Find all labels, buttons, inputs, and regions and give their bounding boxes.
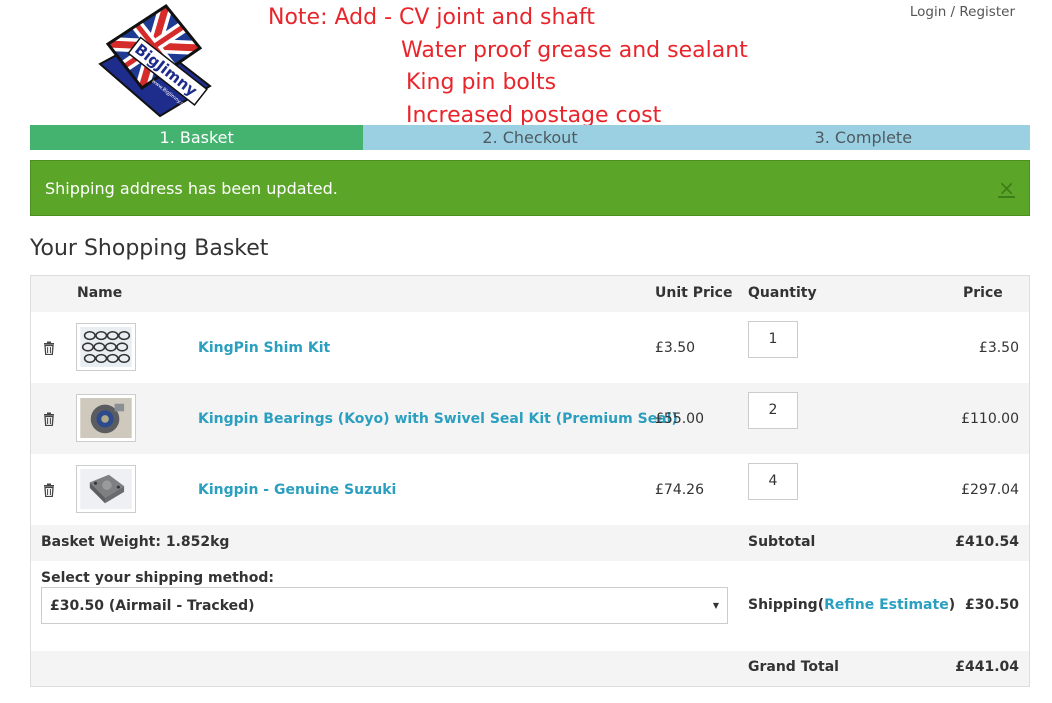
line-price: £110.00 [961,411,1019,427]
bearing-icon[interactable] [76,394,136,442]
shipping-close-paren: ) [948,597,956,613]
register-link[interactable]: Register [959,4,1015,20]
shipping-method-select[interactable]: £30.50 (Airmail - Tracked) ▼ [41,587,728,624]
step-complete: 3. Complete [696,125,1030,150]
column-header-quantity: Quantity [748,285,817,301]
column-header-unit-price: Unit Price [655,285,733,301]
table-header: Name Unit Price Quantity Price [31,276,1029,312]
line-price: £3.50 [978,340,1019,356]
basket-weight: Basket Weight: 1.852kg [41,534,230,550]
trash-icon[interactable] [43,412,55,426]
annotation-note-3: King pin bolts [406,70,557,95]
unit-price: £74.26 [655,482,704,498]
login-link[interactable]: Login [910,4,946,20]
shim-rings-icon[interactable] [76,323,136,371]
subtotal-label: Subtotal [748,534,816,550]
grand-total-row: Grand Total £441.04 [31,651,1029,686]
account-links: Login / Register [910,4,1015,20]
shipping-label: Shipping [748,597,818,613]
grand-total-value: £441.04 [955,659,1019,675]
page-title: Your Shopping Basket [30,236,269,261]
close-icon[interactable]: × [998,176,1015,200]
login-separator: / [950,4,956,20]
line-price: £297.04 [961,482,1019,498]
annotation-note-2: Water proof grease and sealant [401,38,748,63]
product-link[interactable]: Kingpin Bearings (Koyo) with Swivel Seal… [198,411,678,427]
grand-total-label: Grand Total [748,659,839,675]
quantity-input[interactable]: 4 [748,463,798,500]
column-header-name: Name [77,285,123,301]
shipping-summary: Shipping(Refine Estimate) [748,597,955,613]
shipping-method-label: Select your shipping method: [41,570,275,586]
bigjimny-logo[interactable]: BigJimny www.BigJimny.com [96,4,214,118]
kingpin-icon[interactable] [76,465,136,513]
annotation-note-1: Note: Add - CV joint and shaft [268,5,595,30]
quantity-input[interactable]: 2 [748,392,798,429]
trash-icon[interactable] [43,341,55,355]
table-row: Kingpin - Genuine Suzuki £74.26 4 £297.0… [31,454,1029,525]
success-alert: Shipping address has been updated. × [30,160,1030,216]
chevron-down-icon: ▼ [712,601,719,610]
step-basket: 1. Basket [30,125,364,150]
trash-icon[interactable] [43,483,55,497]
quantity-input[interactable]: 1 [748,321,798,358]
column-header-price: Price [963,285,1003,301]
product-link[interactable]: Kingpin - Genuine Suzuki [198,482,396,498]
shipping-value: £30.50 [964,597,1019,613]
subtotal-row: Basket Weight: 1.852kg Subtotal £410.54 [31,525,1029,561]
basket-table: Name Unit Price Quantity Price KingPin S… [30,275,1030,687]
refine-estimate-link[interactable]: Refine Estimate [824,597,949,613]
table-row: Kingpin Bearings (Koyo) with Swivel Seal… [31,383,1029,454]
shipping-method-value: £30.50 (Airmail - Tracked) [50,597,255,614]
subtotal-value: £410.54 [955,534,1019,550]
product-link[interactable]: KingPin Shim Kit [198,340,330,356]
step-checkout: 2. Checkout [363,125,697,150]
table-row: KingPin Shim Kit £3.50 1 £3.50 [31,312,1029,383]
unit-price: £55.00 [655,411,704,427]
checkout-progress: 1. Basket 2. Checkout 3. Complete [30,125,1030,150]
alert-message: Shipping address has been updated. [45,178,338,198]
unit-price: £3.50 [655,340,696,356]
